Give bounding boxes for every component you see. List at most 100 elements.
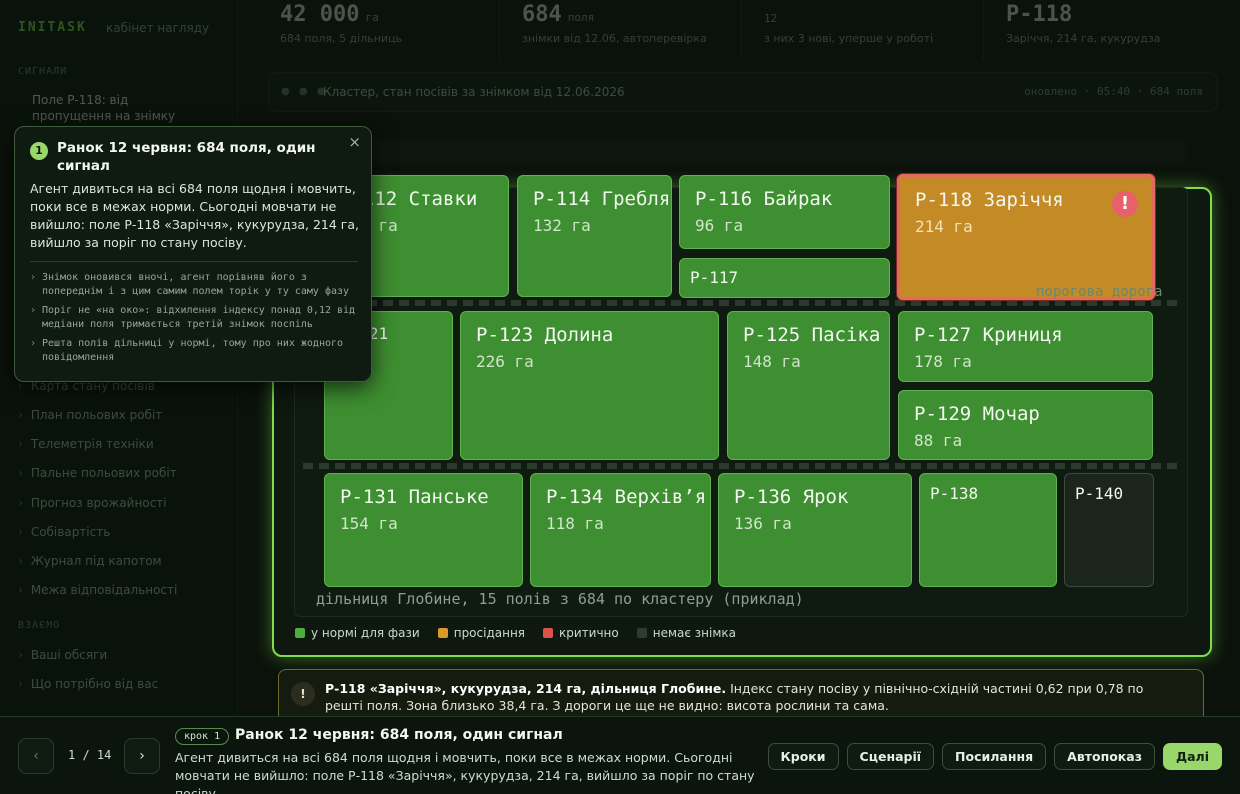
stat-hectares: 42 000 га 684 поля, 5 дільниць	[280, 0, 500, 60]
step-badge: крок 1	[175, 728, 230, 745]
popup-note: Поріг не «на око»: відхилення індексу по…	[30, 304, 362, 332]
map-toolbar	[290, 140, 1185, 164]
field-name: Р-123 Долина	[476, 324, 614, 346]
popup-divider	[30, 261, 358, 262]
stat-focus-field: Р-118 Заріччя, 214 га, кукурудза	[1006, 0, 1216, 60]
stat-note: Заріччя, 214 га, кукурудза	[1006, 32, 1161, 45]
step-title: Ранок 12 червня: 684 поля, один сигнал	[235, 727, 563, 743]
window-dots-icon: ● ● ●	[281, 86, 329, 97]
stat-note: з них 3 нові, уперше у роботі	[764, 32, 934, 45]
field-name: Р-136 Ярок	[734, 486, 849, 508]
links-button[interactable]: Посилання	[942, 743, 1047, 770]
stat-value: Р-118	[1006, 2, 1073, 27]
field-tile-alert[interactable]: Р-118 Заріччя 214 га !	[897, 174, 1155, 300]
field-name: Р-116 Байрак	[695, 188, 833, 210]
field-area: 148 га	[743, 352, 801, 371]
field-tile[interactable]: Р-116 Байрак 96 га	[679, 175, 890, 249]
sidebar-item[interactable]: Що потрібно від вас	[18, 677, 158, 691]
stat-fields: 684 поля знімки від 12.06, автоперевірка	[522, 0, 742, 60]
legend-swatch	[636, 628, 647, 638]
prev-step-button[interactable]: ‹	[18, 738, 54, 774]
field-area: 154 га	[340, 514, 398, 533]
field-info-title: Р-118 «Заріччя», кукурудза, 214 га, діль…	[325, 681, 727, 696]
field-name: Р-117	[690, 268, 739, 287]
popup-title: Ранок 12 червня: 684 поля, один сигнал	[57, 140, 316, 174]
field-area: 88 га	[914, 431, 963, 450]
sidebar-section-cooperation: ВЗАЄМО	[18, 620, 61, 631]
map-caption: дільниця Глобине, 15 полів з 684 по клас…	[316, 590, 804, 608]
field-tile[interactable]: Р-138	[919, 473, 1057, 587]
warning-icon: !	[291, 682, 315, 706]
legend-swatch	[437, 628, 448, 638]
field-tile[interactable]: Р-125 Пасіка 148 га	[727, 311, 890, 460]
field-name: Р-140	[1075, 484, 1124, 503]
stat-unit: поля	[567, 11, 595, 24]
map-panel-meta: оновлено · 05:40 · 684 поля	[1024, 85, 1203, 98]
popup-note: Знімок оновився вночі, агент порівняв йо…	[30, 271, 362, 299]
stat-unit: га	[365, 11, 379, 24]
popup-notes: Знімок оновився вночі, агент порівняв йо…	[30, 271, 362, 370]
step-number-badge: 1	[30, 142, 48, 160]
field-tile[interactable]: Р-127 Криниця 178 га	[898, 311, 1153, 382]
sidebar-item[interactable]: Ваші обсяги	[18, 648, 107, 662]
close-icon[interactable]: ×	[348, 133, 361, 151]
field-tile[interactable]: Р-117	[679, 258, 890, 298]
field-tile[interactable]: Р-123 Долина 226 га	[460, 311, 719, 460]
legend-label: просідання	[453, 626, 526, 640]
alert-icon: !	[1112, 191, 1138, 217]
tour-actions: Кроки Сценарії Посилання Автопоказ Далі	[767, 743, 1222, 770]
map-panel-title: Кластер, стан посівів за знімком від 12.…	[323, 85, 625, 99]
stat-note: 684 поля, 5 дільниць	[280, 32, 403, 45]
popup-note: Решта полів дільниці у нормі, тому про н…	[30, 337, 362, 365]
field-name: Р-129 Мочар	[914, 403, 1040, 425]
field-tile[interactable]: Р-129 Мочар 88 га	[898, 390, 1153, 460]
sidebar-section-signals: СИГНАЛИ	[18, 66, 68, 77]
field-name: Р-114 Гребля	[533, 188, 671, 210]
sidebar-item[interactable]: Прогноз врожайності	[18, 496, 167, 510]
steps-button[interactable]: Кроки	[767, 743, 839, 770]
field-area: 118 га	[546, 514, 604, 533]
road-line	[303, 300, 1179, 306]
autoplay-button[interactable]: Автопоказ	[1054, 743, 1155, 770]
field-area: 226 га	[476, 352, 534, 371]
field-name: Р-118 Заріччя	[915, 189, 1064, 211]
sidebar-item-active[interactable]: Поле Р-118: від пропущення на знімку	[32, 92, 192, 124]
field-tile[interactable]: Р-136 Ярок 136 га	[718, 473, 912, 587]
legend-swatch	[295, 628, 305, 638]
scenarios-button[interactable]: Сценарії	[846, 743, 935, 770]
sidebar-item[interactable]: Пальне польових робіт	[18, 466, 177, 480]
next-step-button[interactable]: ›	[124, 738, 160, 774]
sidebar-item[interactable]: Журнал під капотом	[18, 554, 162, 568]
field-tile-nodata[interactable]: Р-140	[1064, 473, 1154, 587]
field-area: 136 га	[734, 514, 792, 533]
app-subtitle: кабінет нагляду	[106, 21, 210, 35]
stat-value: 42 000	[280, 2, 360, 27]
threshold-label: порогова дорога	[1036, 284, 1163, 300]
field-tile[interactable]: Р-114 Гребля 132 га	[517, 175, 672, 297]
step-counter: 1 / 14	[68, 748, 112, 762]
field-area: 132 га	[533, 216, 591, 235]
tour-popup: 1 × Ранок 12 червня: 684 поля, один сигн…	[14, 126, 372, 382]
legend-label: немає знімка	[652, 626, 736, 640]
map-panel-header: ● ● ● Кластер, стан посівів за знімком в…	[268, 72, 1218, 112]
field-area: 96 га	[695, 216, 744, 235]
map-legend: у нормі для фази просідання критично нем…	[295, 626, 736, 640]
field-name: Р-125 Пасіка	[743, 324, 881, 346]
next-button[interactable]: Далі	[1162, 743, 1222, 770]
field-name: Р-138	[930, 484, 979, 503]
legend-item: просідання	[437, 626, 526, 640]
field-area: 178 га	[914, 352, 972, 371]
field-tile[interactable]: Р-131 Панське 154 га	[324, 473, 523, 587]
field-info-text: Р-118 «Заріччя», кукурудза, 214 га, діль…	[325, 680, 1185, 714]
field-tile[interactable]: Р-134 Верхів’я 118 га	[530, 473, 711, 587]
legend-label: критично	[559, 626, 619, 640]
sidebar-item[interactable]: План польових робіт	[18, 408, 162, 422]
stat-signals: 12 з них 3 нові, уперше у роботі	[764, 0, 984, 60]
sidebar-item[interactable]: Телеметрія техніки	[18, 437, 154, 451]
sidebar-item[interactable]: Собівартість	[18, 525, 110, 539]
field-name: Р-134 Верхів’я	[546, 486, 707, 508]
legend-label: у нормі для фази	[311, 626, 420, 640]
legend-item: у нормі для фази	[295, 626, 420, 640]
sidebar-item[interactable]: Межа відповідальності	[18, 583, 178, 597]
sidebar: INITASK кабінет нагляду СИГНАЛИ Поле Р-1…	[0, 0, 238, 794]
